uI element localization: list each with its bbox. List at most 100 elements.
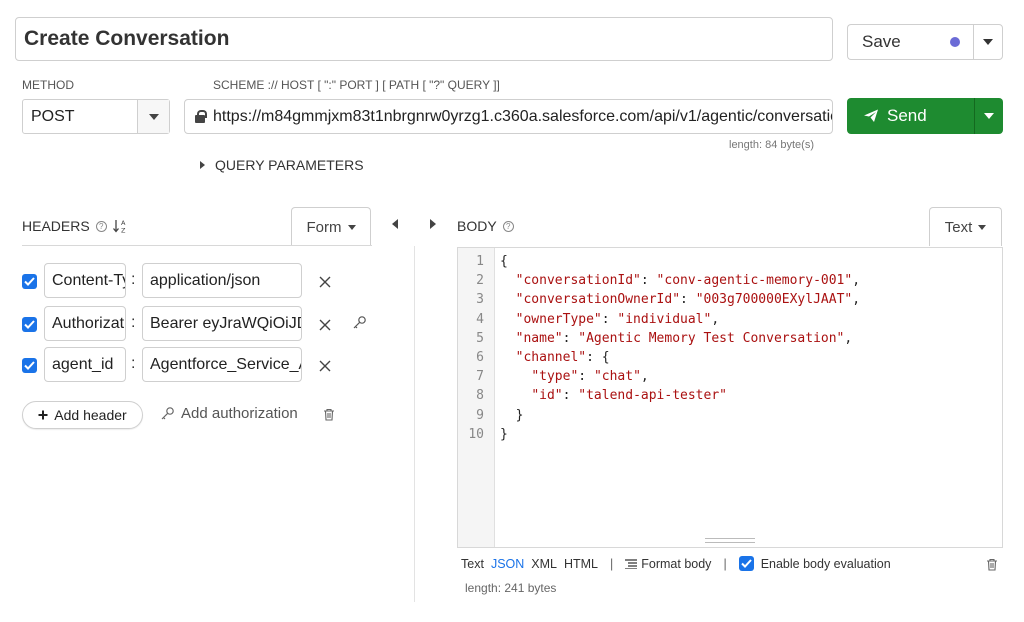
save-button[interactable]: Save [847,24,974,60]
header-name-input[interactable]: agent_id [44,347,126,382]
send-icon [864,109,878,122]
sort-az-icon[interactable]: A Z [112,218,129,235]
line-number: 5 [476,330,484,346]
chevron-down-icon [148,113,159,120]
lock-icon [195,110,207,123]
checkmark-icon [24,320,35,329]
request-title: Create Conversation [24,27,230,50]
plus-icon [38,410,48,420]
send-button[interactable]: Send [847,98,974,134]
checkmark-icon [24,361,35,370]
format-body-label: Format body [641,556,712,571]
header-value-input[interactable]: application/json [142,263,302,298]
format-option-json[interactable]: JSON [491,557,524,571]
url-value: https://m84gmmjxm83t1nbrgnrw0yrzg1.c360a… [213,107,833,125]
line-number: 4 [476,311,484,327]
query-params-toggle[interactable]: QUERY PARAMETERS [200,157,364,173]
line-number: 7 [476,369,484,385]
header-row: Content-Type : application/json [22,263,382,298]
close-icon[interactable] [318,275,332,289]
header-enabled-checkbox[interactable] [22,358,37,373]
key-icon [161,407,174,420]
chevron-down-icon [984,113,994,119]
add-authorization-button[interactable]: Add authorization [160,405,298,422]
method-select[interactable]: POST [22,99,170,134]
line-number: 2 [476,273,484,289]
help-icon[interactable]: ? [95,220,107,232]
header-value-input[interactable]: Agentforce_Service_Agent [142,347,302,382]
headers-heading: HEADERS ? A Z [22,218,129,234]
body-mode-label: Text [944,218,973,236]
body-length: length: 241 bytes [465,581,557,595]
body-code[interactable]: { "conversationId": "conv-agentic-memory… [500,252,860,444]
body-editor[interactable]: 1 2 3 4 5 6 7 8 9 10 { "conversationId": "conv-ag… [457,247,1003,548]
save-label: Save [862,32,901,51]
enable-evaluation-checkbox[interactable] [738,556,754,571]
header-row: agent_id : Agentforce_Service_Agent [22,347,382,382]
close-icon[interactable] [318,359,332,373]
header-enabled-checkbox[interactable] [22,317,37,332]
headers-title: HEADERS [22,218,90,234]
send-label: Send [887,106,927,125]
add-authorization-label: Add authorization [181,405,298,422]
header-row: Authorization : Bearer eyJraWQiOiJDT1JFX… [22,306,382,341]
body-title: BODY [457,218,497,234]
line-number: 9 [476,407,484,423]
svg-text:Z: Z [121,227,126,235]
headers-mode-select[interactable]: Form [291,207,371,246]
checkmark-icon [740,559,752,568]
add-header-button[interactable]: Add header [22,401,143,429]
format-body-button[interactable]: Format body [625,557,711,571]
send-dropdown-button[interactable] [974,98,1003,134]
chevron-down-icon [983,39,993,45]
save-dropdown-button[interactable] [973,24,1003,60]
add-header-label: Add header [54,407,127,423]
close-icon[interactable] [318,318,332,332]
format-option-text[interactable]: Text [461,557,484,571]
format-option-html[interactable]: HTML [564,557,598,571]
key-icon[interactable] [352,315,367,330]
line-number: 6 [476,349,484,365]
method-dropdown[interactable] [137,100,169,133]
header-colon: : [131,355,136,372]
header-enabled-checkbox[interactable] [22,274,37,289]
collapse-right-button[interactable] [430,219,436,229]
trash-icon[interactable] [323,408,335,421]
align-left-icon [625,558,638,569]
chevron-down-icon [978,224,987,230]
headers-mode-label: Form [306,218,342,236]
enable-evaluation-label: Enable body evaluation [760,556,891,571]
panel-divider[interactable] [414,246,415,602]
line-number: 10 [468,426,484,442]
line-number-gutter: 1 2 3 4 5 6 7 8 9 10 [458,248,495,547]
headers-divider [22,245,372,246]
request-title-field[interactable]: Create Conversation [15,17,833,61]
checkmark-icon [24,277,35,286]
body-format-bar: Text JSON XML HTML | Format body | Enabl… [461,556,891,571]
format-option-xml[interactable]: XML [531,557,557,571]
query-params-label: QUERY PARAMETERS [215,157,364,173]
header-name-input[interactable]: Authorization [44,306,126,341]
method-value: POST [31,107,75,125]
header-name-input[interactable]: Content-Type [44,263,126,298]
url-length: length: 84 byte(s) [729,139,814,151]
collapse-left-button[interactable] [392,219,398,229]
caret-right-icon [430,219,436,229]
line-number: 8 [476,388,484,404]
chevron-down-icon [347,224,356,230]
url-input[interactable]: https://m84gmmjxm83t1nbrgnrw0yrzg1.c360a… [184,99,833,134]
line-number: 1 [476,254,484,269]
caret-left-icon [392,219,398,229]
trash-icon[interactable] [986,558,998,571]
header-value-input[interactable]: Bearer eyJraWQiOiJDT1JFX0FUSiIsInR5cCI6 [142,306,302,341]
caret-right-icon [200,161,205,169]
help-icon[interactable]: ? [502,220,514,232]
line-number: 3 [476,292,484,308]
editor-resize-handle[interactable] [705,538,755,543]
separator: | [723,556,727,571]
method-label: METHOD [22,78,74,92]
scheme-label: SCHEME :// HOST [ ":" PORT ] [ PATH [ "?… [213,78,500,92]
unsaved-dot-icon [950,37,960,47]
body-heading: BODY ? [457,218,514,234]
body-mode-select[interactable]: Text [929,207,1002,246]
